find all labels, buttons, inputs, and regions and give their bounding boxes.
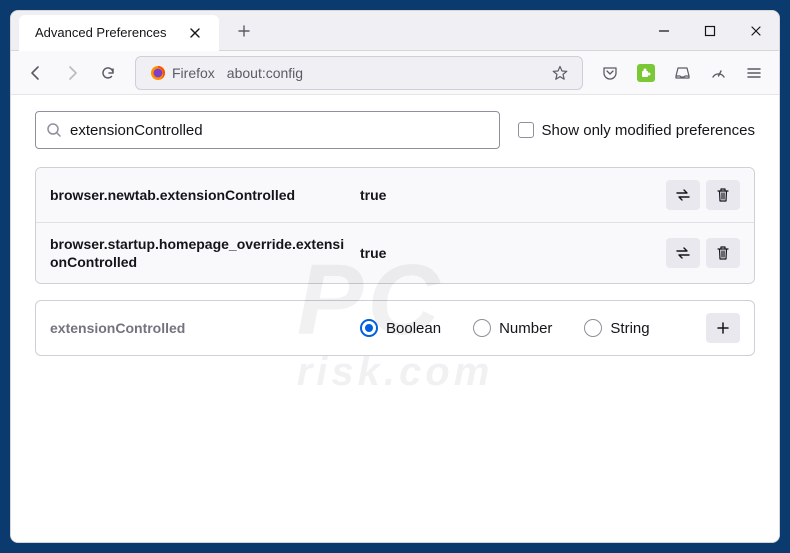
toggle-button[interactable] [666,180,700,210]
radio-label: String [610,320,649,337]
reload-button[interactable] [91,56,125,90]
pocket-button[interactable] [593,56,627,90]
menu-button[interactable] [737,56,771,90]
forward-button[interactable] [55,56,89,90]
search-row: Show only modified preferences [35,111,755,149]
pocket-icon [602,65,618,81]
pref-name: browser.startup.homepage_override.extens… [50,235,350,271]
new-pref-row: extensionControlled Boolean Number Strin… [35,300,755,356]
account-button[interactable] [701,56,735,90]
gauge-icon [710,64,727,81]
radio-number[interactable]: Number [473,319,552,337]
arrow-right-icon [63,64,81,82]
inbox-button[interactable] [665,56,699,90]
new-tab-button[interactable] [229,16,259,46]
checkbox-icon [518,122,534,138]
type-radio-group: Boolean Number String [350,319,706,337]
checkbox-label: Show only modified preferences [542,122,755,139]
extension-button[interactable] [629,56,663,90]
pref-value: true [350,245,666,261]
pref-row: browser.startup.homepage_override.extens… [36,223,754,283]
radio-icon [584,319,602,337]
pref-actions [666,238,740,268]
new-pref-name: extensionControlled [50,320,350,336]
about-config-content: Show only modified preferences browser.n… [11,95,779,542]
radio-icon [473,319,491,337]
maximize-button[interactable] [687,11,733,51]
urlbar[interactable]: Firefox about:config [135,56,583,90]
pref-actions [666,180,740,210]
radio-label: Number [499,320,552,337]
show-modified-checkbox-row[interactable]: Show only modified preferences [518,122,755,139]
plus-icon [716,321,730,335]
identity-label: Firefox [172,65,215,81]
minimize-button[interactable] [641,11,687,51]
reload-icon [99,64,117,82]
reset-button[interactable] [706,238,740,268]
star-icon [552,65,568,81]
plus-icon [237,24,251,38]
browser-window: Advanced Preferences [10,10,780,543]
back-button[interactable] [19,56,53,90]
tab-advanced-preferences[interactable]: Advanced Preferences [19,15,219,51]
search-input[interactable] [70,122,489,139]
titlebar: Advanced Preferences [11,11,779,51]
radio-string[interactable]: String [584,319,649,337]
trash-icon [716,187,730,203]
radio-label: Boolean [386,320,441,337]
preferences-table: browser.newtab.extensionControlled true … [35,167,755,284]
close-window-button[interactable] [733,11,779,51]
firefox-icon [150,65,166,81]
radio-icon [360,319,378,337]
minimize-icon [658,25,670,37]
toggle-icon [674,246,692,260]
puzzle-icon [637,64,655,82]
urlbar-text: about:config [227,65,540,81]
tab-title: Advanced Preferences [35,25,177,40]
close-icon [189,27,201,39]
bookmark-star-button[interactable] [546,59,574,87]
arrow-left-icon [27,64,45,82]
toggle-button[interactable] [666,238,700,268]
add-button[interactable] [706,313,740,343]
maximize-icon [704,25,716,37]
pref-value: true [350,187,666,203]
nav-toolbar: Firefox about:config [11,51,779,95]
search-icon [46,122,62,138]
trash-icon [716,245,730,261]
toggle-icon [674,188,692,202]
radio-boolean[interactable]: Boolean [360,319,441,337]
close-tab-button[interactable] [185,23,205,43]
hamburger-icon [746,65,762,81]
pref-row: browser.newtab.extensionControlled true [36,168,754,223]
search-box[interactable] [35,111,500,149]
pref-name: browser.newtab.extensionControlled [50,186,350,204]
identity-box[interactable]: Firefox [144,65,221,81]
reset-button[interactable] [706,180,740,210]
inbox-icon [674,64,691,81]
close-icon [750,25,762,37]
